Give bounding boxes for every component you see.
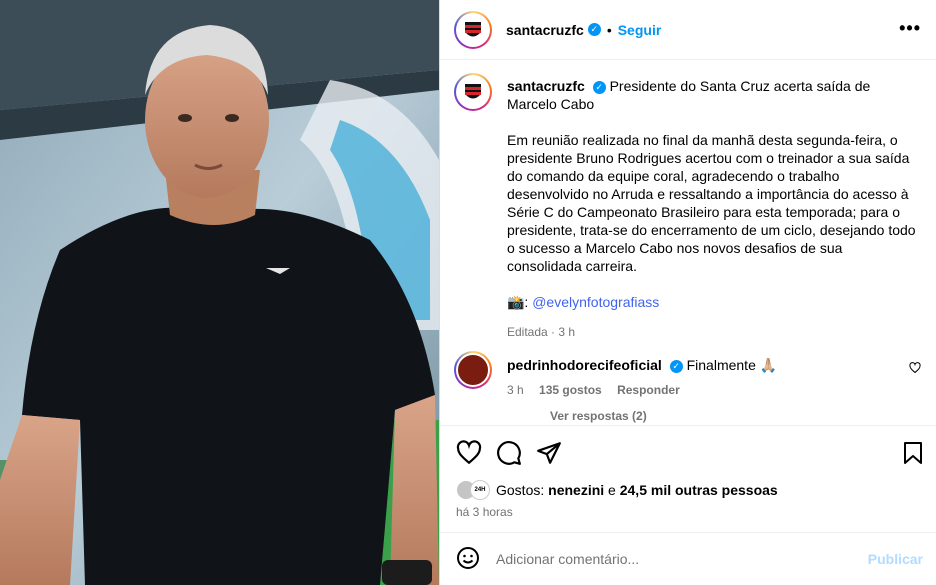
santa-cruz-crest-icon [459,78,487,106]
liker-username[interactable]: nenezini [548,482,604,498]
post-detail-panel: santacruzfc ✓ • Seguir ••• santacruzfc ✓… [439,0,936,585]
photo-credit: 📸: @evelynfotografiass [507,293,917,311]
santa-cruz-crest-icon [459,15,487,44]
camera-emoji: 📸: [507,294,533,310]
credit-mention-link[interactable]: @evelynfotografiass [532,294,659,310]
comment-input[interactable] [496,551,836,567]
post-photo[interactable] [0,0,439,585]
caption-body: Em reunião realizada no final da manhã d… [507,132,916,274]
reply-button[interactable]: Responder [617,383,680,397]
comment-meta: 3 h 135 gostos Responder [507,383,692,397]
likes-text: Gostos: nenezini e 24,5 mil outras pesso… [496,482,778,498]
edited-timestamp: Editada · 3 h [507,325,576,339]
verified-badge-icon: ✓ [592,80,606,94]
share-icon[interactable] [536,440,562,469]
emoji-icon[interactable] [456,546,480,573]
post-time[interactable]: há 3 horas [456,505,513,519]
caption-avatar[interactable] [454,73,492,111]
comment-text: pedrinhodorecifeoficial ✓ Finalmente 🙏🏼 [507,357,887,374]
action-bar [440,425,936,479]
comments-scroll-area[interactable]: santacruzfc ✓ Presidente do Santa Cruz a… [440,61,936,424]
caption-text: santacruzfc ✓ Presidente do Santa Cruz a… [507,77,917,341]
add-comment-bar: Publicar [440,532,936,585]
post-header: santacruzfc ✓ • Seguir ••• [440,0,936,60]
author-avatar[interactable] [454,10,492,49]
author-username[interactable]: santacruzfc [506,22,584,38]
photo-illustration [0,0,439,585]
likes-others-link[interactable]: 24,5 mil outras pessoas [620,482,778,498]
follow-button[interactable]: Seguir [618,22,662,38]
bookmark-icon[interactable] [901,440,925,469]
comment-body: Finalmente 🙏🏼 [686,357,778,373]
like-comment-heart-icon[interactable] [909,361,921,377]
verified-badge-icon: ✓ [669,359,683,373]
comment-time: 3 h [507,383,524,397]
comment-likes[interactable]: 135 gostos [539,383,602,397]
publish-button[interactable]: Publicar [868,551,923,567]
caption-username[interactable]: santacruzfc [507,78,585,94]
verified-badge-icon: ✓ [587,23,601,36]
commenter-username[interactable]: pedrinhodorecifeoficial [507,357,662,373]
comment-icon[interactable] [496,440,522,469]
view-replies-button[interactable]: Ver respostas (2) [550,409,647,423]
post-caption: santacruzfc ✓ Presidente do Santa Cruz a… [454,73,924,339]
commenter-avatar[interactable] [454,351,492,389]
more-options-button[interactable]: ••• [899,18,921,39]
liker-avatar-24h[interactable]: 24H [470,480,490,500]
heart-icon[interactable] [456,440,482,469]
likes-summary: 24H Gostos: nenezini e 24,5 mil outras p… [456,480,778,500]
separator-dot: • [606,21,612,38]
